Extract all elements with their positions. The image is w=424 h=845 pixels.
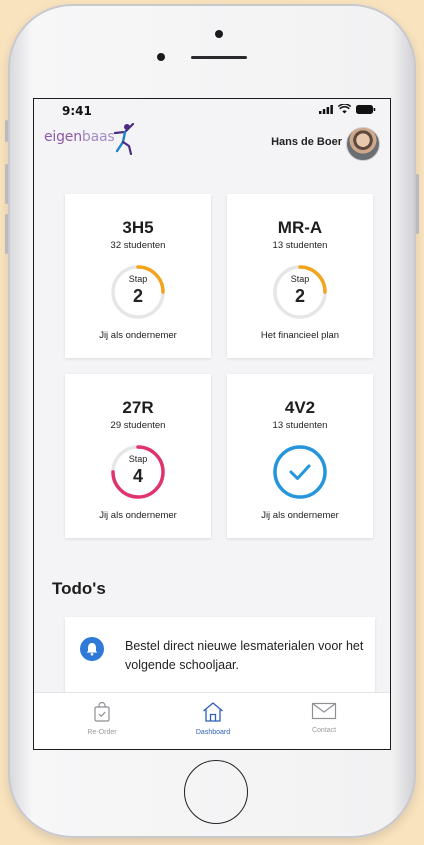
student-count: 13 studenten: [272, 240, 328, 251]
volume-up-button: [5, 164, 8, 204]
student-count: 13 studenten: [272, 420, 328, 431]
class-code: 4V2: [284, 398, 316, 417]
student-count: 32 studenten: [110, 240, 166, 251]
user-name[interactable]: Hans de Boer: [271, 136, 342, 148]
step-number: 2: [294, 286, 305, 306]
mail-icon: [311, 702, 337, 720]
class-card-4v2[interactable]: 4V2 13 studenten Jij als ondernemer: [227, 374, 373, 538]
step-number: 4: [132, 466, 143, 486]
volume-down-button: [5, 214, 8, 254]
class-card-3h5[interactable]: 3H5 32 studenten Stap 2 Jij als ondernem…: [65, 194, 211, 358]
step-description: Jij als ondernemer: [261, 510, 339, 521]
step-label: Stap: [128, 454, 148, 464]
todo-text: Bestel direct nieuwe lesmaterialen voor …: [125, 639, 364, 672]
class-code: MR-A: [277, 218, 323, 237]
home-icon: [203, 702, 223, 722]
app-header: eigenbaas Hans de Boer: [34, 117, 390, 165]
status-time: 9:41: [62, 104, 92, 118]
step-description: Het financieel plan: [260, 330, 340, 341]
step-description: Jij als ondernemer: [99, 510, 177, 521]
user-avatar[interactable]: [346, 127, 380, 161]
wifi-icon: [338, 104, 351, 114]
app-screen: 9:41 eigenbaas Hans de Boer 3H5 32 stude…: [33, 98, 391, 750]
class-code: 3H5: [122, 218, 154, 237]
status-bar: 9:41: [34, 99, 390, 119]
battery-icon: [356, 104, 376, 114]
earpiece-speaker: [191, 56, 247, 59]
class-code: 27R: [122, 398, 154, 417]
home-button[interactable]: [184, 760, 248, 824]
power-button: [416, 174, 419, 234]
eigenbaas-logo[interactable]: eigenbaas: [44, 129, 115, 145]
checkmark-icon: [289, 464, 311, 480]
step-label: Stap: [128, 274, 148, 284]
front-camera: [157, 53, 165, 61]
tab-label: Dashboard: [195, 729, 231, 736]
tab-contact[interactable]: Contact: [284, 701, 364, 734]
mute-switch: [5, 120, 8, 142]
step-label: Stap: [290, 274, 310, 284]
proximity-sensor: [215, 30, 223, 38]
todo-item[interactable]: Bestel direct nieuwe lesmaterialen voor …: [65, 617, 375, 697]
tab-dashboard[interactable]: Dashboard: [173, 701, 253, 736]
step-description: Jij als ondernemer: [99, 330, 177, 341]
class-card-mr-a[interactable]: MR-A 13 studenten Stap 2 Het financieel …: [227, 194, 373, 358]
shopping-bag-icon: [94, 701, 110, 722]
logo-figure-icon: [113, 122, 135, 155]
bell-icon: [80, 637, 104, 661]
signal-icon: [319, 104, 333, 114]
student-count: 29 studenten: [110, 420, 166, 431]
todos-heading: Todo's: [52, 579, 106, 598]
tab-bar: Re-Order Dashboard Contact: [34, 692, 390, 749]
step-number: 2: [132, 286, 143, 306]
tab-reorder[interactable]: Re-Order: [62, 701, 142, 736]
class-card-27r[interactable]: 27R 29 studenten Stap 4 Jij als ondernem…: [65, 374, 211, 538]
tab-label: Contact: [311, 727, 337, 734]
tab-label: Re-Order: [87, 729, 117, 736]
